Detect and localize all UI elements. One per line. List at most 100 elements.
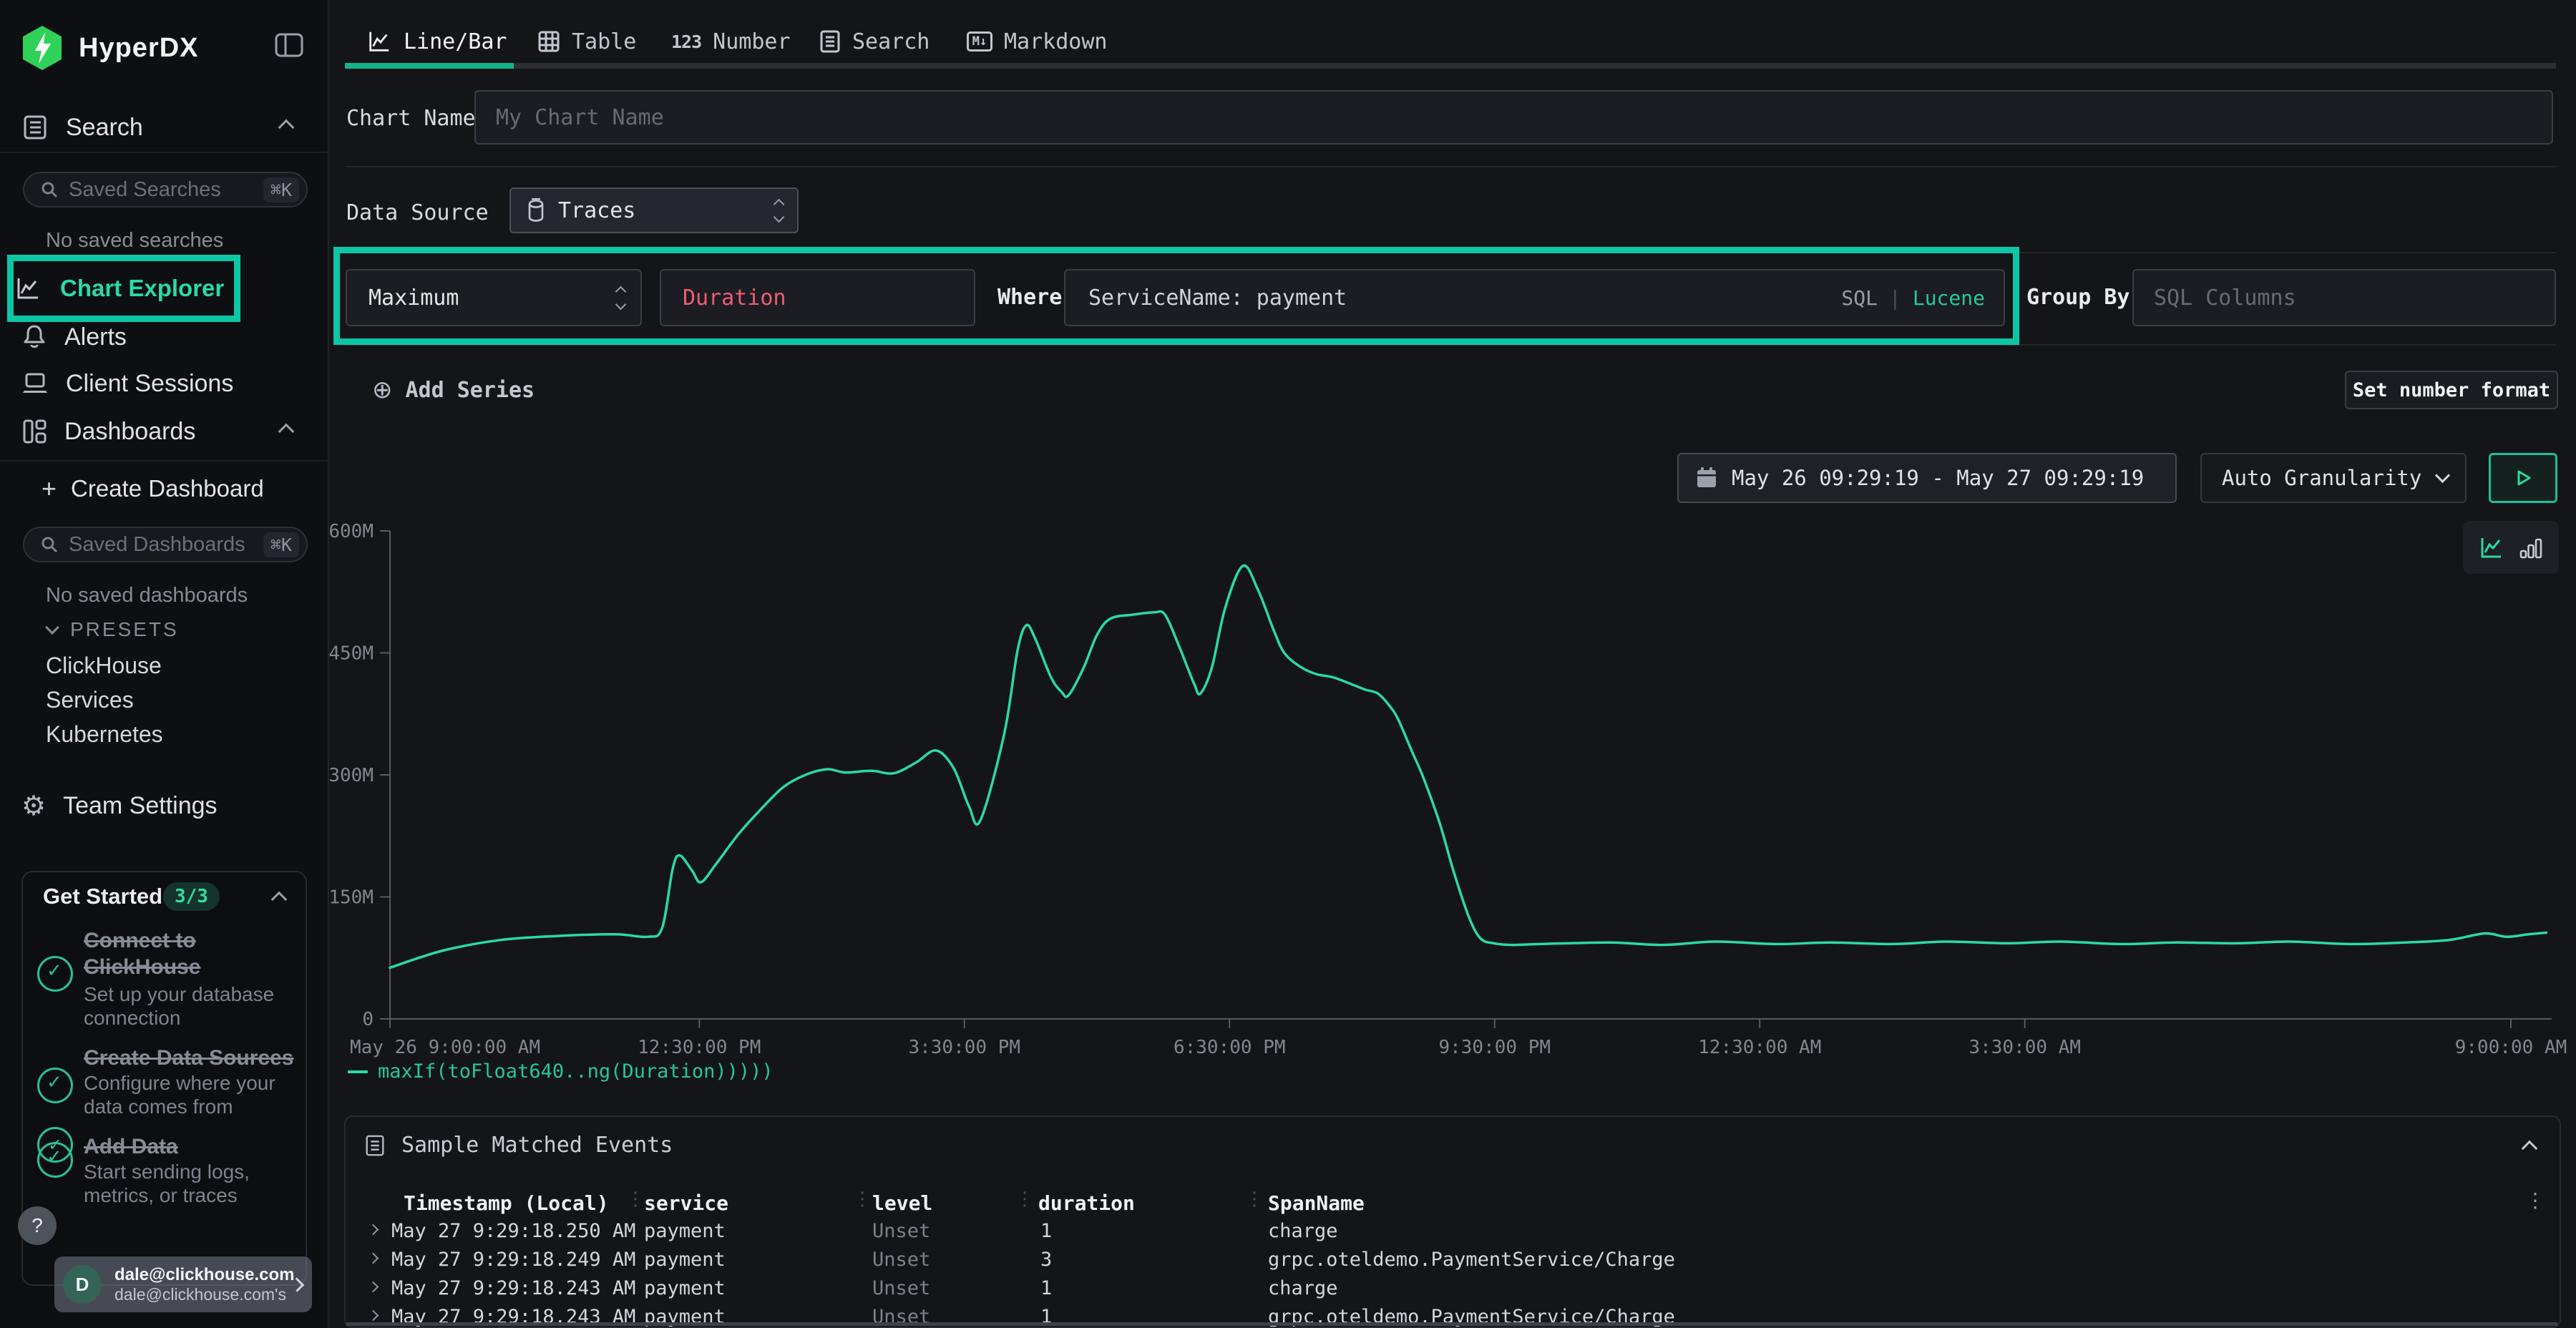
cell-duration[interactable]: 3 <box>1040 1249 1052 1271</box>
group-by-placeholder: SQL Columns <box>2154 285 2296 311</box>
presets-toggle[interactable]: PRESETS <box>47 618 179 641</box>
expand-row-icon[interactable] <box>368 1310 379 1322</box>
create-dashboard-button[interactable]: + Create Dashboard <box>42 471 264 507</box>
cell-level[interactable]: Unset <box>872 1249 930 1271</box>
calendar-icon <box>1696 467 1717 489</box>
chevron-up-icon[interactable] <box>278 119 295 136</box>
cell-timestamp[interactable]: May 27 9:29:18.250 AM <box>391 1220 635 1242</box>
aggregation-select[interactable]: Maximum <box>346 269 642 326</box>
tab-bar-track <box>514 63 2556 69</box>
cell-level[interactable]: Unset <box>872 1277 930 1299</box>
expand-row-icon[interactable] <box>368 1224 379 1236</box>
column-header-service[interactable]: service <box>644 1191 728 1215</box>
tab-table[interactable]: Table <box>537 21 636 62</box>
lucene-toggle[interactable]: Lucene <box>1913 286 1985 310</box>
tab-line-bar[interactable]: Line/Bar <box>366 21 507 62</box>
tab-active-underline <box>345 63 514 69</box>
user-card[interactable]: D dale@clickhouse.com dale@clickhouse.co… <box>54 1256 312 1312</box>
field-input[interactable]: Duration <box>660 269 975 326</box>
chart-name-label: Chart Name <box>346 106 476 131</box>
cell-timestamp[interactable]: May 27 9:29:18.243 AM <box>391 1277 635 1299</box>
saved-dashboards-placeholder: Saved Dashboards <box>69 533 245 557</box>
timeseries-chart[interactable]: 0150M300M450M600MMay 26 9:00:00 AM12:30:… <box>329 494 2576 1073</box>
where-input[interactable]: ServiceName: payment SQL | Lucene <box>1064 269 2005 326</box>
sidebar-item-dashboards[interactable]: Dashboards <box>21 411 308 451</box>
expand-row-icon[interactable] <box>368 1253 379 1264</box>
preset-kubernetes[interactable]: Kubernetes <box>46 721 163 748</box>
section-divider <box>346 344 2556 346</box>
set-number-format-label: Set number format <box>2353 379 2550 401</box>
cell-spanname[interactable]: grpc.oteldemo.PaymentService/Charge <box>1268 1249 1675 1271</box>
avatar-initial: D <box>76 1274 89 1296</box>
column-handle-icon[interactable]: ⋮ <box>1245 1188 1264 1210</box>
sidebar-item-client-sessions[interactable]: Client Sessions <box>21 363 308 404</box>
svg-text:3:30:00 AM: 3:30:00 AM <box>1968 1037 2081 1058</box>
tab-label: Markdown <box>1004 29 1108 54</box>
where-label: Where <box>997 285 1062 310</box>
plus-icon: + <box>42 476 57 502</box>
help-button[interactable]: ? <box>18 1206 57 1245</box>
cell-duration[interactable]: 1 <box>1040 1220 1052 1242</box>
column-handle-icon[interactable]: ⋮ <box>853 1188 872 1210</box>
where-value: ServiceName: payment <box>1088 285 1347 311</box>
sidebar-item-label: Client Sessions <box>66 370 233 398</box>
chevron-up-icon[interactable] <box>271 892 288 908</box>
data-source-select[interactable]: Traces <box>509 187 799 233</box>
cell-level[interactable]: Unset <box>872 1220 930 1242</box>
tab-markdown[interactable]: M↓ Markdown <box>967 21 1108 62</box>
number-icon: 123 <box>671 31 701 52</box>
set-number-format-button[interactable]: Set number format <box>2345 371 2558 409</box>
tab-search[interactable]: Search <box>819 21 930 62</box>
preset-clickhouse[interactable]: ClickHouse <box>46 653 162 679</box>
chevron-up-icon[interactable] <box>278 424 295 440</box>
hyperdx-logo-icon <box>20 24 64 72</box>
brand-row: HyperDX <box>20 24 199 72</box>
gear-icon: ⚙ <box>21 792 46 819</box>
sidebar-item-alerts[interactable]: Alerts <box>21 317 308 357</box>
saved-searches-placeholder: Saved Searches <box>69 178 221 202</box>
cell-spanname[interactable]: charge <box>1268 1220 1338 1242</box>
sample-events-header[interactable]: Sample Matched Events <box>364 1133 673 1158</box>
granularity-value: Auto Granularity <box>2222 466 2421 490</box>
add-series-button[interactable]: ⊕ Add Series <box>372 372 535 408</box>
query-language-toggle[interactable]: SQL | Lucene <box>1841 286 1985 310</box>
chart-name-placeholder: My Chart Name <box>496 105 664 130</box>
get-started-step-title: Connect to ClickHouse <box>84 927 298 980</box>
bell-icon <box>21 323 47 351</box>
tab-number[interactable]: 123 Number <box>671 21 791 62</box>
table-menu-kebab-icon[interactable]: ⋮ <box>2525 1188 2545 1212</box>
sidebar-item-search[interactable]: Search <box>21 107 308 147</box>
collapse-sidebar-icon[interactable] <box>275 33 303 57</box>
preset-services[interactable]: Services <box>46 687 134 713</box>
saved-dashboards-input[interactable]: Saved Dashboards ⌘K <box>23 527 308 562</box>
horizontal-scrollbar[interactable] <box>346 1322 2558 1326</box>
sidebar-item-label: Dashboards <box>64 418 195 446</box>
saved-searches-input[interactable]: Saved Searches ⌘K <box>23 172 308 208</box>
chart-name-input[interactable]: My Chart Name <box>474 90 2553 145</box>
column-handle-icon[interactable]: ⋮ <box>626 1188 645 1210</box>
sidebar-item-team-settings[interactable]: ⚙ Team Settings <box>21 786 308 826</box>
select-updown-icon <box>775 200 783 221</box>
sample-events-panel: Sample Matched Events Timestamp (Local) … <box>344 1115 2561 1328</box>
cell-spanname[interactable]: charge <box>1268 1277 1338 1299</box>
cell-service[interactable]: payment <box>644 1249 726 1271</box>
svg-text:450M: 450M <box>329 643 374 665</box>
expand-row-icon[interactable] <box>368 1281 379 1293</box>
cell-service[interactable]: payment <box>644 1277 726 1299</box>
column-handle-icon[interactable]: ⋮ <box>1015 1188 1034 1210</box>
collapse-section-icon[interactable] <box>2522 1141 2538 1157</box>
column-header-duration[interactable]: duration <box>1038 1191 1135 1215</box>
section-divider <box>346 166 2556 167</box>
cell-service[interactable]: payment <box>644 1220 726 1242</box>
column-header-spanname[interactable]: SpanName <box>1268 1191 1365 1215</box>
cell-timestamp[interactable]: May 27 9:29:18.249 AM <box>391 1249 635 1271</box>
brand-name: HyperDX <box>79 33 199 64</box>
add-circle-icon: ⊕ <box>372 378 393 402</box>
sql-toggle[interactable]: SQL <box>1841 286 1878 310</box>
column-header-level[interactable]: level <box>872 1191 932 1215</box>
cell-duration[interactable]: 1 <box>1040 1277 1052 1299</box>
sidebar-item-chart-explorer[interactable]: Chart Explorer <box>14 266 229 311</box>
group-by-input[interactable]: SQL Columns <box>2132 269 2556 326</box>
column-header-timestamp[interactable]: Timestamp (Local) <box>404 1191 609 1215</box>
list-icon <box>364 1134 386 1157</box>
